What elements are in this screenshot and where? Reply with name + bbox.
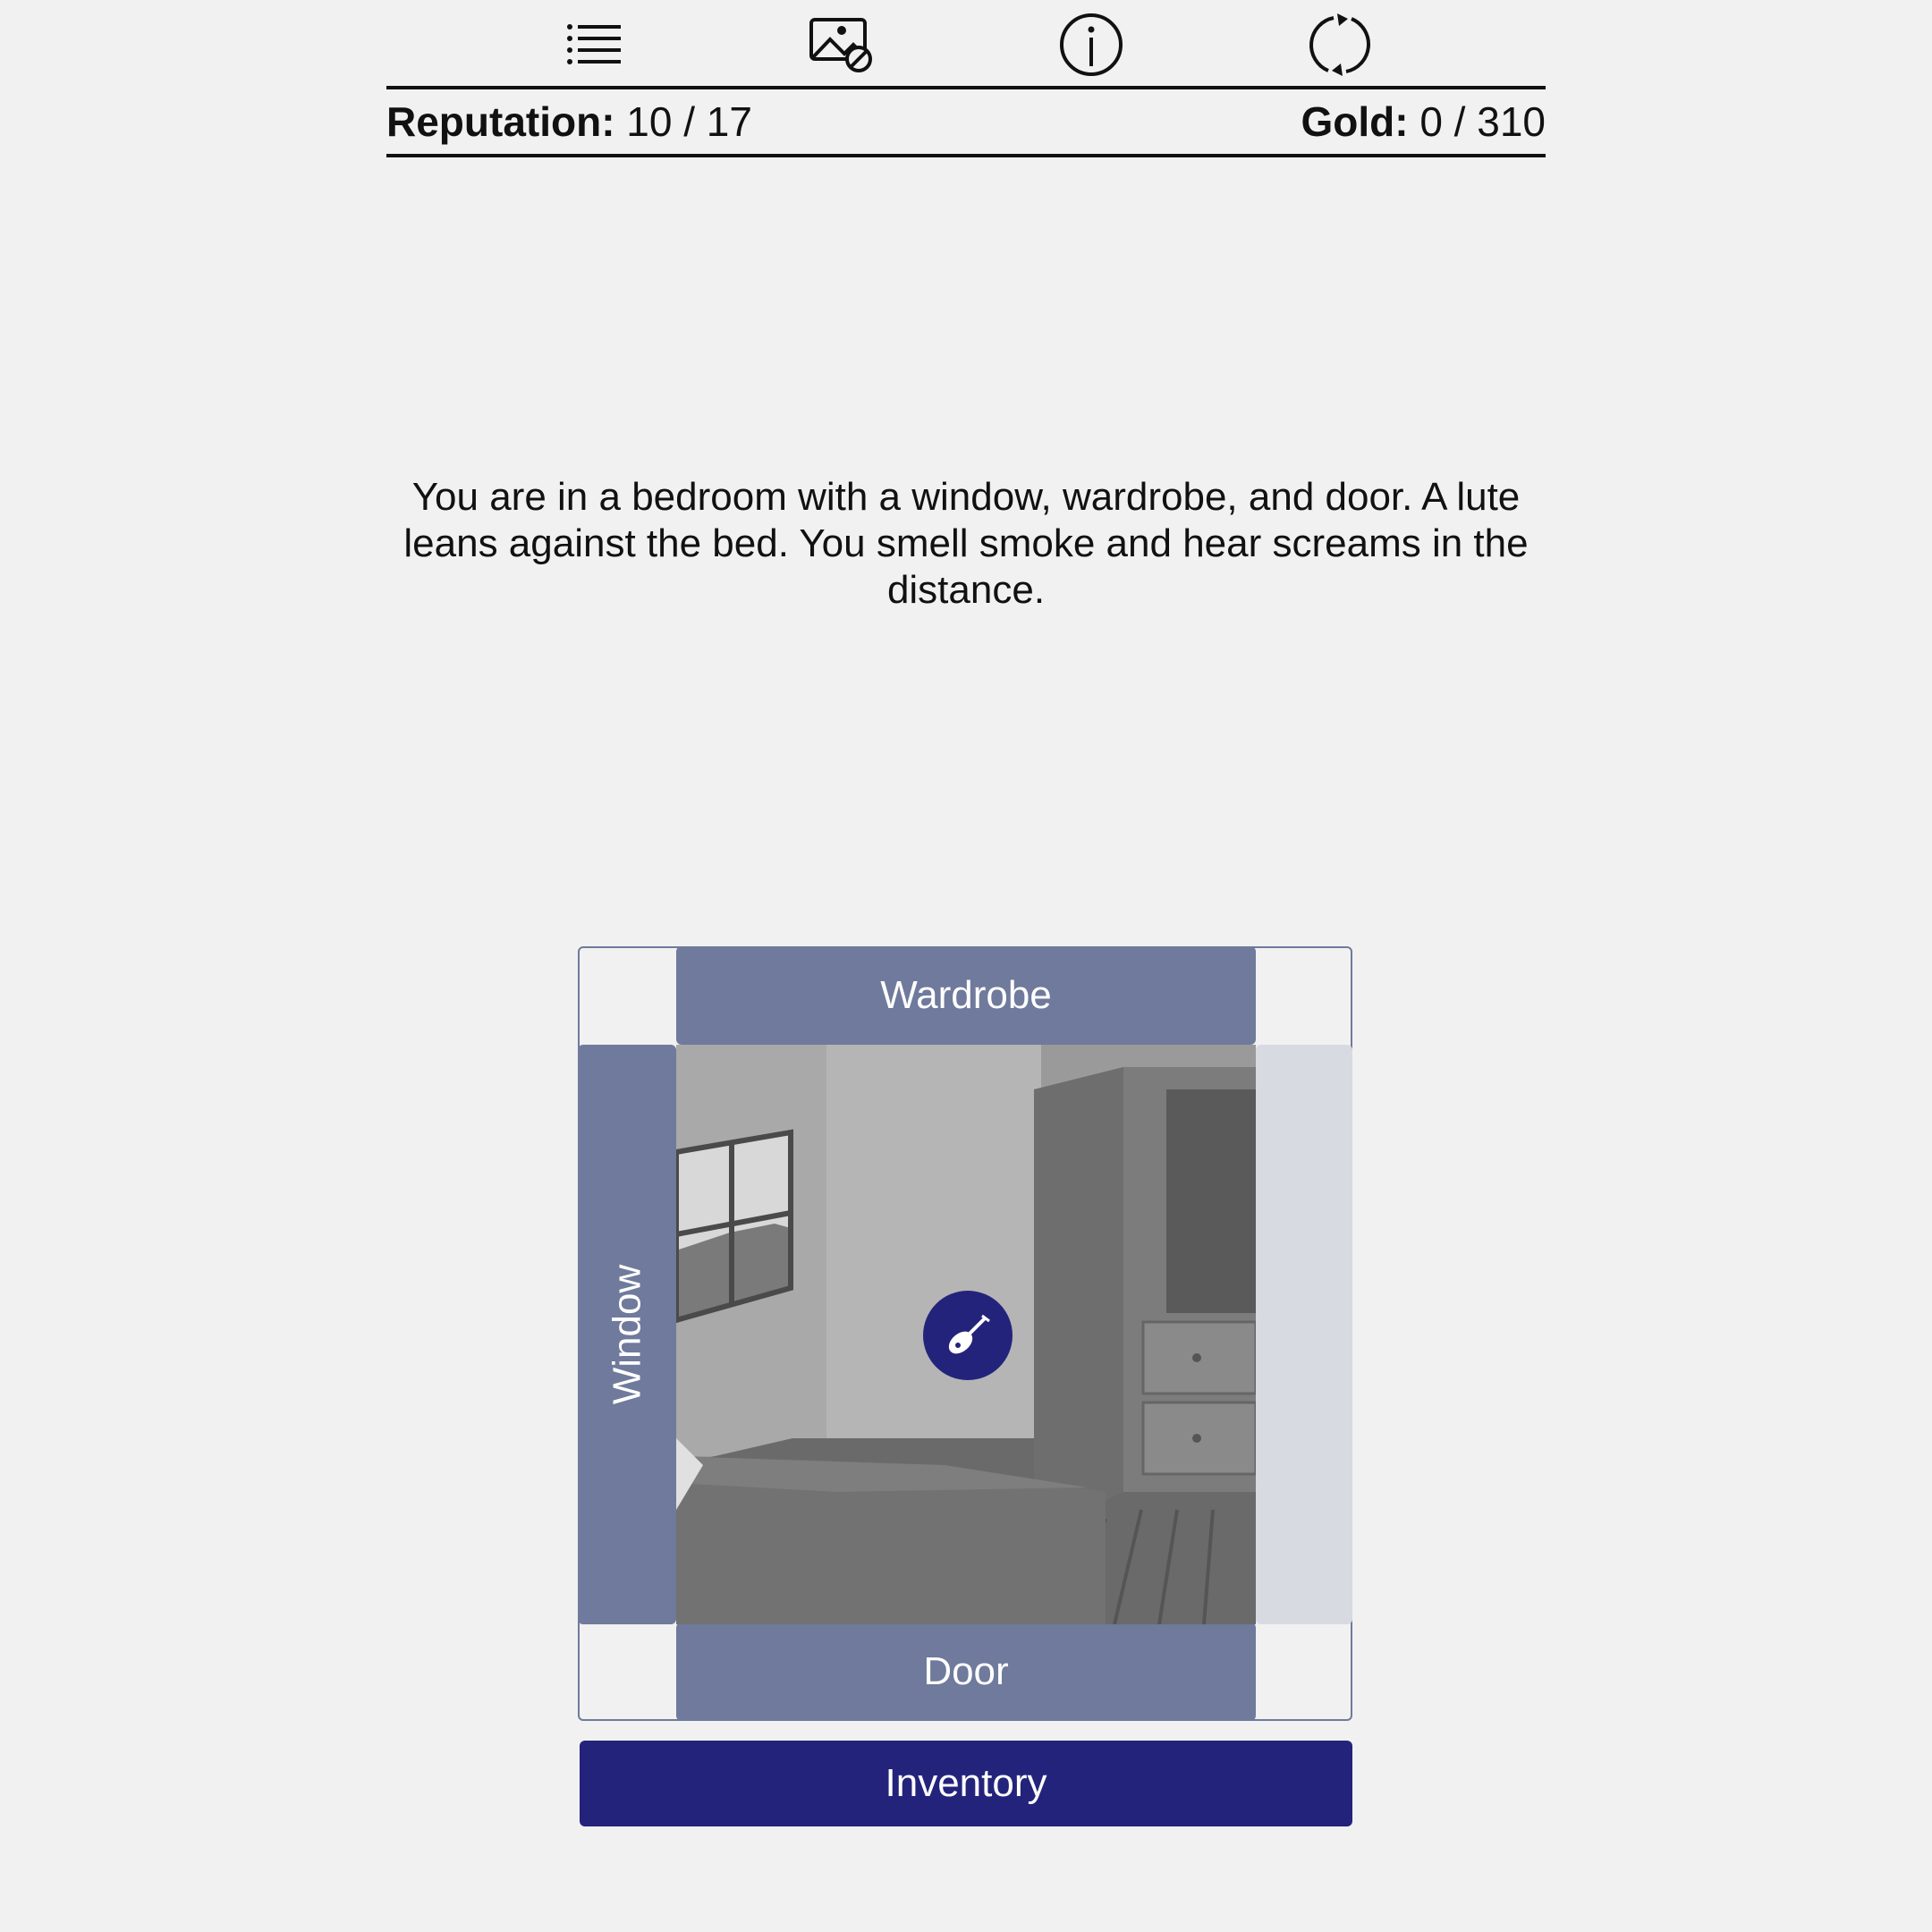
reputation-stat: Reputation: 10 / 17 — [386, 89, 752, 154]
image-toggle-icon[interactable] — [805, 7, 880, 82]
exit-door-label: Door — [923, 1649, 1009, 1693]
exit-window-button[interactable]: Window — [578, 1045, 676, 1624]
room-description: You are in a bedroom with a window, ward… — [403, 475, 1529, 612]
list-icon[interactable] — [556, 7, 631, 82]
gold-stat: Gold: 0 / 310 — [1301, 89, 1546, 154]
exit-window-label: Window — [605, 1264, 648, 1405]
exit-door-button[interactable]: Door — [676, 1623, 1256, 1721]
info-icon[interactable] — [1054, 7, 1129, 82]
lute-icon — [948, 1314, 990, 1354]
toolbar — [386, 0, 1546, 89]
inventory-label: Inventory — [885, 1761, 1047, 1805]
stats-bar: Reputation: 10 / 17 Gold: 0 / 310 — [386, 89, 1546, 157]
exit-wardrobe-button[interactable]: Wardrobe — [676, 946, 1256, 1045]
reputation-value: 10 / 17 — [626, 98, 752, 145]
inventory-button[interactable]: Inventory — [580, 1741, 1352, 1826]
exit-east-disabled — [1256, 1045, 1352, 1624]
room-navigator: Wardrobe Window Door — [578, 946, 1352, 1721]
room-scene-image — [676, 1045, 1256, 1624]
lute-item-button[interactable] — [923, 1291, 1013, 1380]
restart-icon[interactable] — [1302, 7, 1377, 82]
exit-wardrobe-label: Wardrobe — [880, 973, 1052, 1017]
gold-label: Gold: — [1301, 98, 1409, 145]
gold-value: 0 / 310 — [1419, 98, 1546, 145]
reputation-label: Reputation: — [386, 98, 615, 145]
